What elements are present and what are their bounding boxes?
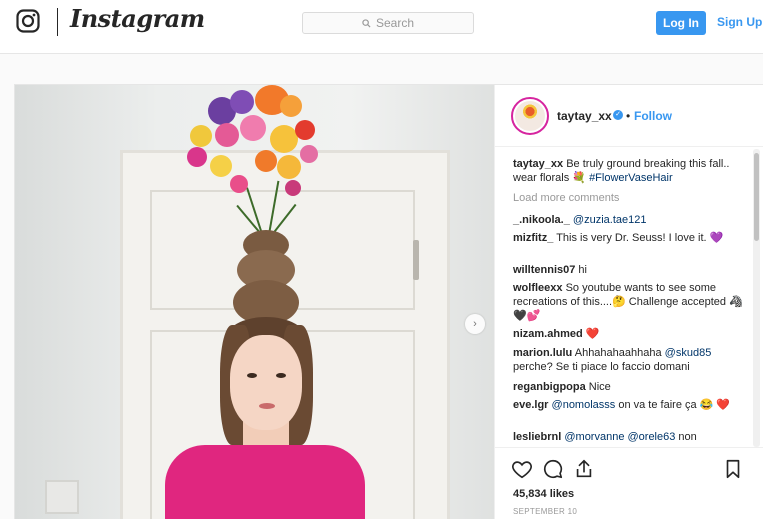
flower (240, 115, 266, 141)
comment-username[interactable]: marion.lulu (513, 347, 572, 359)
post-card: › taytay_xx ✓ • Follow taytay_xx Be trul… (14, 84, 763, 519)
comment-mention[interactable]: @nomolasss (552, 399, 616, 411)
comment-username[interactable]: lesliebrnl (513, 431, 561, 443)
comment-text: perche? Se ti piace lo faccio domani (513, 361, 690, 373)
comment-text: non (678, 431, 697, 443)
instagram-wordmark[interactable]: Instagram (70, 4, 205, 33)
photo-light-switch (45, 480, 79, 514)
comment-mention[interactable]: @zuzia.tae121 (573, 214, 647, 226)
list-item: nizam.ahmed ❤️ (513, 327, 743, 341)
list-item: eve.lgr @nomolasss on va te faire ça 😂 ❤… (513, 398, 743, 412)
list-item: willtennis07 hi (513, 263, 743, 277)
load-more-comments[interactable]: Load more comments (513, 192, 619, 204)
list-item: marion.lulu Ahhahahaahhaha @skud85 perch… (513, 346, 743, 374)
avatar[interactable] (511, 97, 549, 135)
post-date: SEPTEMBER 10 (513, 507, 578, 516)
search-input[interactable]: Search (302, 12, 474, 34)
comment-username[interactable]: willtennis07 (513, 264, 575, 276)
comment-mention[interactable]: @skud85 (665, 347, 712, 359)
separator-dot: • (626, 109, 631, 123)
login-button[interactable]: Log In (656, 11, 706, 35)
lips (259, 403, 275, 409)
face (230, 335, 302, 430)
comment-text: Nice (588, 381, 611, 393)
share-icon[interactable] (573, 458, 595, 480)
chevron-right-icon[interactable]: › (465, 314, 485, 334)
photo-door-hinge (413, 240, 419, 280)
flower (190, 125, 212, 147)
post-actions: 45,834 likes SEPTEMBER 10 (495, 447, 763, 519)
comment-username[interactable]: reganbigpopa (513, 381, 586, 393)
bookmark-icon[interactable] (722, 458, 744, 480)
flower (270, 125, 298, 153)
eye (247, 373, 257, 378)
list-item: lesliebrnl @morvanne @orele63 non (513, 430, 743, 444)
caption: taytay_xx Be truly ground breaking this … (513, 157, 743, 185)
comment-username[interactable]: wolfleexx (513, 282, 563, 294)
list-item: reganbigpopa Nice (513, 380, 743, 394)
comment-username[interactable]: nizam.ahmed (513, 328, 583, 340)
search-icon (362, 18, 371, 28)
post-photo[interactable]: › (15, 85, 494, 519)
list-item: _.nikoola._ @zuzia.tae121 (513, 213, 743, 227)
top-nav: Instagram Search Log In Sign Up (0, 0, 763, 54)
search-placeholder: Search (375, 16, 415, 30)
comment-text: ❤️ (585, 328, 600, 340)
flower (255, 150, 277, 172)
list-item: wolfleexx So youtube wants to see some r… (513, 281, 743, 323)
pink-shirt (165, 445, 365, 519)
follow-button[interactable]: Follow (634, 109, 672, 123)
comment-username[interactable]: _.nikoola._ (513, 214, 570, 226)
post-side-panel: taytay_xx ✓ • Follow taytay_xx Be truly … (494, 85, 763, 519)
flower (187, 147, 207, 167)
flower (285, 180, 301, 196)
comment-username[interactable]: taytay_xx (513, 158, 563, 170)
post-username[interactable]: taytay_xx (557, 109, 612, 123)
comments-list[interactable]: taytay_xx Be truly ground breaking this … (495, 147, 763, 447)
flower (300, 145, 318, 163)
comment-text: on va te faire ça 😂 ❤️ (618, 399, 731, 411)
comment-username[interactable]: eve.lgr (513, 399, 548, 411)
comment-text: hi (578, 264, 587, 276)
flower (210, 155, 232, 177)
post-header: taytay_xx ✓ • Follow (495, 85, 763, 147)
comment-text: This is very Dr. Seuss! I love it. 💜 (556, 232, 724, 244)
flower (277, 155, 301, 179)
flower (295, 120, 315, 140)
comment-mention[interactable]: @morvanne @orele63 (564, 431, 675, 443)
flower (230, 175, 248, 193)
logo-divider (57, 8, 58, 36)
signup-link[interactable]: Sign Up (717, 15, 762, 29)
likes-count[interactable]: 45,834 likes (513, 488, 574, 500)
caption-hashtag[interactable]: #FlowerVaseHair (589, 172, 673, 184)
comment-username[interactable]: mizfitz_ (513, 232, 553, 244)
flower (215, 123, 239, 147)
heart-icon[interactable] (511, 458, 533, 480)
instagram-glyph-icon[interactable] (16, 9, 40, 33)
verified-badge-icon: ✓ (613, 110, 623, 120)
comment-text: Ahhahahaahhaha (574, 347, 662, 359)
eye (276, 373, 286, 378)
flower (230, 90, 254, 114)
list-item: mizfitz_ This is very Dr. Seuss! I love … (513, 231, 743, 245)
comment-icon[interactable] (542, 458, 564, 480)
flower (280, 95, 302, 117)
scrollbar-thumb[interactable] (754, 153, 759, 241)
